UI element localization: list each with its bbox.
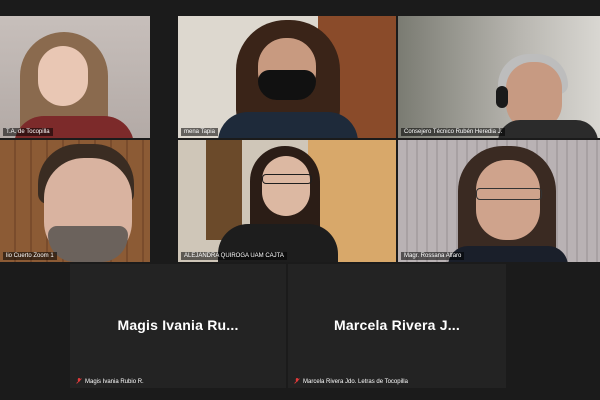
mic-off-icon	[76, 378, 82, 384]
participant-name-label: Magr. Rossana Alfaro	[401, 252, 465, 260]
mask-shape	[258, 70, 316, 100]
participant-name-label: Consejero Técnico Rubén Heredia J.	[401, 128, 506, 136]
video-tile-2[interactable]: mena Tapia	[178, 16, 396, 138]
participant-name-label: mena Tapia	[181, 128, 218, 136]
clothing-shape	[448, 246, 568, 262]
glasses-icon	[476, 188, 542, 200]
face-shape	[476, 160, 540, 240]
video-tile-3[interactable]: Consejero Técnico Rubén Heredia J.	[398, 16, 600, 138]
video-tile-5[interactable]: ALEJANDRA QUIROGA UAM CAJTA	[178, 140, 396, 262]
participant-name-label: T.A. de Tocopilla	[3, 128, 53, 136]
participant-name-label: ALEJANDRA QUIROGA UAM CAJTA	[181, 252, 287, 260]
participant-display-name: Magis Ivania Ru...	[117, 317, 239, 334]
glasses-icon	[262, 174, 312, 184]
headset-icon	[496, 86, 508, 108]
video-tile-4[interactable]: lio Cuerto Zoom 1	[0, 140, 150, 262]
video-tile-1[interactable]: T.A. de Tocopilla	[0, 16, 150, 138]
video-tile-7[interactable]: Magis Ivania Ru... Magis Ivania Rubio R.	[70, 264, 286, 388]
face-shape	[38, 46, 88, 106]
beard-shape	[48, 226, 128, 262]
video-tile-8[interactable]: Marcela Rivera J... Marcela Rivera Jdo. …	[288, 264, 506, 388]
participant-name-label: lio Cuerto Zoom 1	[3, 252, 57, 260]
participant-name-label: Marcela Rivera Jdo. Letras de Tocopilla	[291, 378, 411, 386]
clothing-shape	[218, 112, 358, 138]
participant-name-label: Magis Ivania Rubio R.	[73, 378, 147, 386]
clothing-shape	[498, 120, 598, 138]
video-tile-6[interactable]: Magr. Rossana Alfaro	[398, 140, 600, 262]
mic-off-icon	[294, 378, 300, 384]
participant-display-name: Marcela Rivera J...	[334, 317, 460, 334]
face-shape	[262, 156, 310, 216]
